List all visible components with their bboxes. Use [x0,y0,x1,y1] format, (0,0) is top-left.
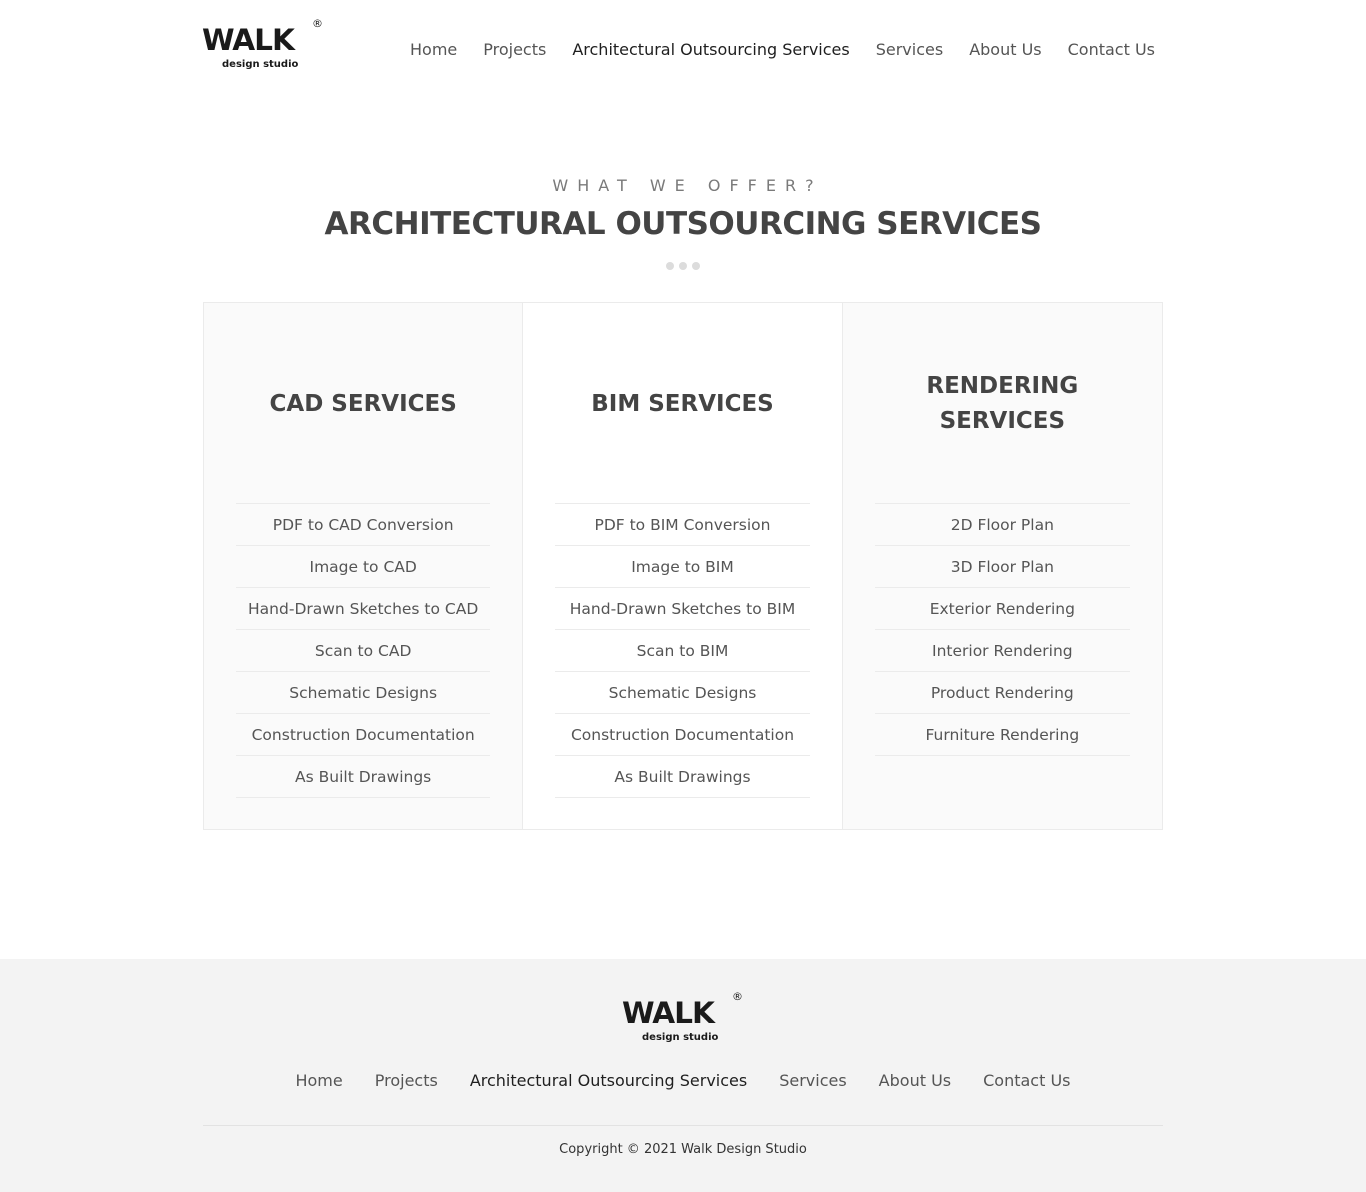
footer-nav: Home Projects Architectural Outsourcing … [0,1071,1366,1091]
list-item: Hand-Drawn Sketches to CAD [236,588,491,630]
section-eyebrow: WHAT WE OFFER? [552,176,823,195]
nav-item-contact-us[interactable]: Contact Us [1068,40,1155,60]
column-title: BIM SERVICES [591,390,774,417]
dot-icon [692,262,700,270]
site-header: WALK ® design studio Home Projects Archi… [0,0,1366,100]
logo-wordmark: WALK [202,23,295,57]
services-grid: CAD SERVICES PDF to CAD Conversion Image… [203,302,1163,830]
list-item: Hand-Drawn Sketches to BIM [555,588,810,630]
list-item: Scan to CAD [236,630,491,672]
logo-registered-mark: ® [732,990,743,1003]
dot-icon [666,262,674,270]
logo-tagline: design studio [222,59,299,70]
footer-logo[interactable]: WALK ® design studio [622,991,746,1047]
service-column-bim: BIM SERVICES PDF to BIM Conversion Image… [523,303,843,829]
list-item: Construction Documentation [236,714,491,756]
list-item: PDF to BIM Conversion [555,504,810,546]
footer-nav-item-architectural-outsourcing-services[interactable]: Architectural Outsourcing Services [470,1071,747,1091]
nav-item-architectural-outsourcing-services[interactable]: Architectural Outsourcing Services [572,40,849,60]
brand-logo[interactable]: WALK ® design studio [202,18,326,74]
list-item: 3D Floor Plan [874,546,1130,588]
logo-tagline: design studio [642,1032,719,1043]
list-item: PDF to CAD Conversion [236,504,491,546]
service-list: PDF to CAD Conversion Image to CAD Hand-… [236,503,491,798]
nav-item-projects[interactable]: Projects [483,40,546,60]
footer-nav-item-projects[interactable]: Projects [375,1071,438,1091]
page-title: ARCHITECTURAL OUTSOURCING SERVICES [324,206,1042,242]
list-item: Interior Rendering [874,630,1130,672]
column-title: CAD SERVICES [269,390,457,417]
list-item: 2D Floor Plan [874,504,1130,546]
list-item: Scan to BIM [555,630,810,672]
footer-nav-item-home[interactable]: Home [295,1071,342,1091]
logo-registered-mark: ® [312,17,323,30]
service-column-cad: CAD SERVICES PDF to CAD Conversion Image… [204,303,524,829]
logo-wordmark: WALK [622,996,715,1030]
section-heading: WHAT WE OFFER? ARCHITECTURAL OUTSOURCING… [0,176,1366,270]
column-title: RENDERING SERVICES [926,373,1079,434]
service-column-rendering: RENDERING SERVICES 2D Floor Plan 3D Floo… [842,303,1162,829]
list-item: Image to BIM [555,546,810,588]
footer-divider [203,1125,1163,1126]
dot-icon [679,262,687,270]
nav-item-home[interactable]: Home [410,40,457,60]
list-item: Image to CAD [236,546,491,588]
main-nav: Home Projects Architectural Outsourcing … [410,40,1155,60]
divider-dots [0,262,1366,270]
list-item: Product Rendering [874,672,1130,714]
service-list: PDF to BIM Conversion Image to BIM Hand-… [555,503,810,798]
nav-item-about-us[interactable]: About Us [969,40,1041,60]
list-item: As Built Drawings [555,756,810,798]
service-list: 2D Floor Plan 3D Floor Plan Exterior Ren… [874,503,1130,756]
list-item: Construction Documentation [555,714,810,756]
site-footer: WALK ® design studio Home Projects Archi… [0,959,1366,1192]
footer-nav-item-about-us[interactable]: About Us [879,1071,951,1091]
copyright-text: Copyright © 2021 Walk Design Studio [559,1142,807,1157]
list-item: Furniture Rendering [874,714,1130,756]
list-item: Exterior Rendering [874,588,1130,630]
footer-nav-item-services[interactable]: Services [779,1071,846,1091]
list-item: As Built Drawings [236,756,491,798]
list-item: Schematic Designs [555,672,810,714]
nav-item-services[interactable]: Services [876,40,943,60]
footer-nav-item-contact-us[interactable]: Contact Us [983,1071,1070,1091]
list-item: Schematic Designs [236,672,491,714]
